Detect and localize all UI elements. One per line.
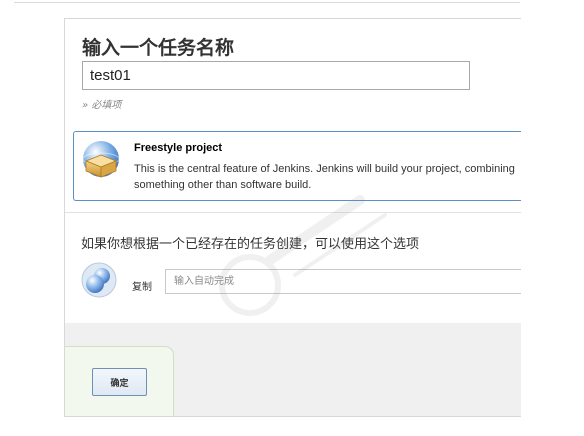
copy-from-section: 如果你想根据一个已经存在的任务创建，可以使用这个选项 复制 [65,212,521,324]
copy-heading: 如果你想根据一个已经存在的任务创建，可以使用这个选项 [81,237,420,252]
ok-button-panel: 确定 [65,346,174,416]
bottom-action-area: 确定 [65,323,521,416]
item-name-input[interactable] [82,61,470,90]
copy-from-input[interactable] [165,269,521,294]
freestyle-project-title: Freestyle project [134,142,223,154]
freestyle-project-option[interactable]: Freestyle project This is the central fe… [73,131,521,201]
freestyle-project-icon [82,141,120,178]
freestyle-project-description: This is the central feature of Jenkins. … [134,163,515,191]
required-hint: » 必填项 [82,100,122,111]
top-divider [14,2,520,3]
ok-button[interactable]: 确定 [92,368,147,396]
page-title: 输入一个任务名称 [82,37,235,59]
copy-job-icon [81,262,117,298]
new-item-panel: 输入一个任务名称 » 必填项 Freestyle project [64,18,521,417]
copy-label: 复制 [132,282,152,293]
